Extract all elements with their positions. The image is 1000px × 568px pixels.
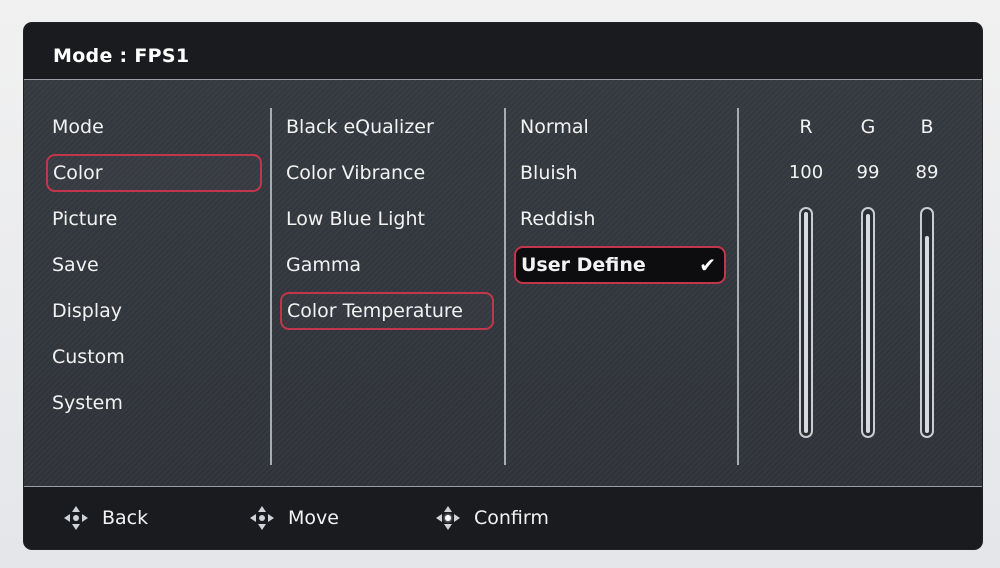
rgb-value-g: 99 xyxy=(856,162,880,183)
osd-menu-window: Mode : FPS1 Mode Color Picture Save Disp… xyxy=(24,23,982,549)
dpad-back-icon xyxy=(64,506,88,530)
option-normal[interactable]: Normal xyxy=(514,108,726,146)
option-user-define-label: User Define xyxy=(521,254,646,276)
dpad-confirm-icon xyxy=(436,506,460,530)
rgb-label-r: R xyxy=(799,116,813,138)
green-slider-fill xyxy=(866,214,870,433)
move-control[interactable]: Move xyxy=(250,505,339,531)
rgb-label-b: B xyxy=(920,116,934,138)
blue-slider[interactable] xyxy=(920,207,934,438)
dpad-move-icon xyxy=(250,506,274,530)
main-menu-item-custom[interactable]: Custom xyxy=(46,338,262,376)
back-label: Back xyxy=(102,507,149,529)
checkmark-icon: ✔ xyxy=(699,253,716,277)
confirm-control[interactable]: Confirm xyxy=(436,505,549,531)
osd-body: Mode Color Picture Save Display Custom S… xyxy=(24,80,982,487)
option-reddish[interactable]: Reddish xyxy=(514,200,726,238)
move-label: Move xyxy=(288,507,339,529)
red-slider-fill xyxy=(804,212,808,433)
osd-footer: Back Move Confirm xyxy=(24,486,982,549)
rgb-value-b: 89 xyxy=(915,162,939,183)
rgb-value-r: 100 xyxy=(788,162,824,183)
sub-menu-item-gamma[interactable]: Gamma xyxy=(280,246,494,284)
rgb-label-g: G xyxy=(860,116,876,138)
column-divider xyxy=(270,108,272,465)
blue-slider-fill xyxy=(925,236,929,433)
red-slider[interactable] xyxy=(799,207,813,438)
option-bluish[interactable]: Bluish xyxy=(514,154,726,192)
main-menu-item-color[interactable]: Color xyxy=(46,154,262,192)
green-slider[interactable] xyxy=(861,207,875,438)
sub-menu-item-color-temperature[interactable]: Color Temperature xyxy=(280,292,494,330)
options-column: Normal Bluish Reddish User Define ✔ xyxy=(514,80,729,487)
back-control[interactable]: Back xyxy=(64,505,148,531)
monitor-screen: Mode : FPS1 Mode Color Picture Save Disp… xyxy=(0,0,1000,568)
sub-menu-item-black-equalizer[interactable]: Black eQualizer xyxy=(280,108,494,146)
main-menu-item-display[interactable]: Display xyxy=(46,292,262,330)
osd-header: Mode : FPS1 xyxy=(24,23,982,80)
main-menu-item-mode[interactable]: Mode xyxy=(46,108,262,146)
option-user-define[interactable]: User Define ✔ xyxy=(514,246,726,284)
column-divider xyxy=(737,108,739,465)
sub-menu-item-color-vibrance[interactable]: Color Vibrance xyxy=(280,154,494,192)
main-menu-item-save[interactable]: Save xyxy=(46,246,262,284)
main-menu-item-system[interactable]: System xyxy=(46,384,262,422)
confirm-label: Confirm xyxy=(474,507,549,529)
main-menu-column: Mode Color Picture Save Display Custom S… xyxy=(46,80,266,487)
rgb-column: R G B 100 99 89 xyxy=(744,80,982,487)
column-divider xyxy=(504,108,506,465)
main-menu-item-picture[interactable]: Picture xyxy=(46,200,262,238)
mode-title: Mode : FPS1 xyxy=(53,45,190,67)
sub-menu-item-low-blue-light[interactable]: Low Blue Light xyxy=(280,200,494,238)
sub-menu-column: Black eQualizer Color Vibrance Low Blue … xyxy=(280,80,500,487)
